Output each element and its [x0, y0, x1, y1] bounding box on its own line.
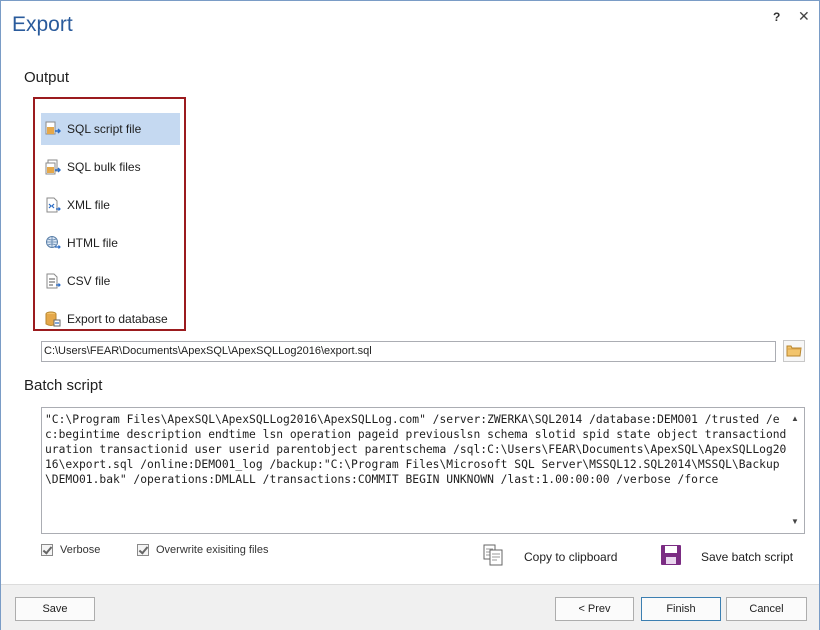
output-item-sql-bulk-files[interactable]: SQL bulk files: [41, 151, 180, 183]
output-item-html-file[interactable]: HTML file: [41, 227, 180, 259]
cancel-button[interactable]: Cancel: [726, 597, 807, 621]
close-button[interactable]: ✕: [798, 8, 810, 25]
output-section-label: Output: [24, 69, 70, 86]
output-item-csv-file[interactable]: CSV file: [41, 265, 180, 297]
save-batch-script-label: Save batch script: [701, 549, 794, 564]
output-item-xml-file[interactable]: XML file: [41, 189, 180, 221]
checkbox-checked-icon[interactable]: [41, 544, 53, 556]
verbose-checkbox[interactable]: Verbose: [41, 544, 100, 556]
overwrite-checkbox[interactable]: Overwrite exisiting files: [137, 544, 268, 556]
checkbox-checked-icon[interactable]: [137, 544, 149, 556]
save-batch-script-button[interactable]: Save batch script: [660, 544, 793, 569]
browse-button[interactable]: [783, 340, 805, 362]
clipboard-icon: [482, 544, 504, 569]
sql-bulk-files-icon: [45, 159, 61, 175]
output-item-label: XML file: [67, 198, 110, 212]
scroll-up-arrow-icon[interactable]: ▲: [789, 414, 801, 426]
csv-file-icon: [45, 273, 61, 289]
export-to-database-icon: [45, 311, 61, 327]
output-item-export-to-database[interactable]: Export to database: [41, 303, 180, 335]
overwrite-label: Overwrite exisiting files: [156, 544, 269, 556]
output-item-sql-script-file[interactable]: SQL script file: [41, 113, 180, 145]
prev-button[interactable]: < Prev: [555, 597, 634, 621]
finish-button[interactable]: Finish: [641, 597, 721, 621]
output-path-input[interactable]: C:\Users\FEAR\Documents\ApexSQL\ApexSQLL…: [41, 341, 776, 362]
help-button[interactable]: ?: [773, 10, 780, 24]
output-item-label: SQL bulk files: [67, 160, 141, 174]
xml-file-icon: [45, 197, 61, 213]
batch-script-text: "C:\Program Files\ApexSQL\ApexSQLLog2016…: [45, 413, 787, 486]
html-file-icon: [45, 235, 61, 251]
output-item-label: Export to database: [67, 312, 168, 326]
output-item-label: HTML file: [67, 236, 118, 250]
copy-to-clipboard-button[interactable]: Copy to clipboard: [482, 544, 617, 569]
scroll-down-arrow-icon[interactable]: ▼: [789, 517, 801, 529]
save-button[interactable]: Save: [15, 597, 95, 621]
dialog-title: Export: [12, 13, 73, 36]
sql-script-file-icon: [45, 121, 61, 137]
output-item-label: CSV file: [67, 274, 111, 288]
floppy-disk-icon: [660, 544, 682, 569]
output-item-label: SQL script file: [67, 122, 142, 136]
batch-script-textarea[interactable]: "C:\Program Files\ApexSQL\ApexSQLLog2016…: [41, 407, 805, 534]
folder-icon: [786, 343, 802, 360]
batch-script-section-label: Batch script: [24, 377, 103, 394]
verbose-label: Verbose: [60, 544, 101, 556]
export-dialog: Export ? ✕ Output SQL script file SQL bu…: [0, 0, 820, 630]
copy-to-clipboard-label: Copy to clipboard: [524, 549, 618, 564]
output-type-list: SQL script file SQL bulk files XML file …: [33, 97, 186, 331]
